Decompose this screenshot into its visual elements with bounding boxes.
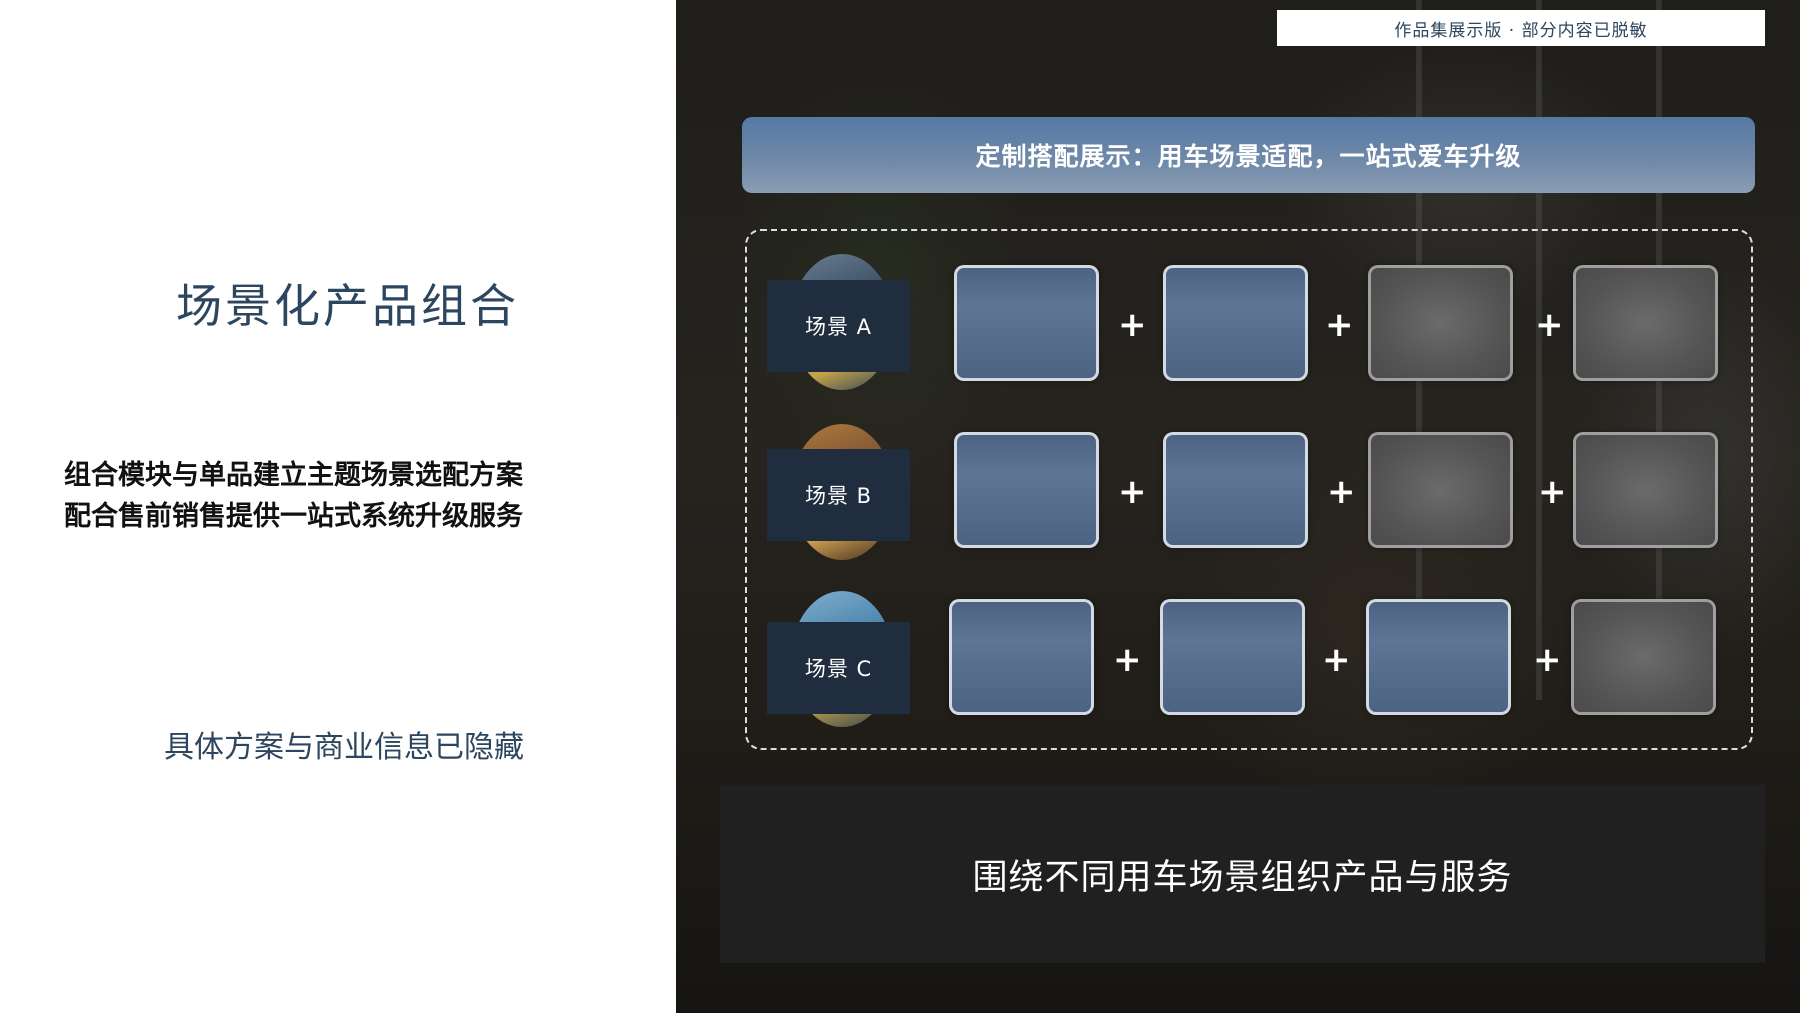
product-card-a-2	[1163, 265, 1308, 381]
product-card-b-2	[1163, 432, 1308, 548]
product-card-a-3	[1368, 265, 1513, 381]
plus-icon: +	[1538, 472, 1567, 512]
banner-heading: 定制搭配展示：用车场景适配，一站式爱车升级	[742, 117, 1755, 193]
product-card-b-3	[1368, 432, 1513, 548]
plus-icon: +	[1533, 640, 1562, 680]
plus-icon: +	[1113, 640, 1142, 680]
hidden-info-note: 具体方案与商业信息已隐藏	[164, 730, 524, 765]
page-title: 场景化产品组合	[176, 279, 519, 333]
watermark-label: 作品集展示版 · 部分内容已脱敏	[1277, 10, 1765, 46]
product-card-c-2	[1160, 599, 1305, 715]
scene-label-b: 场景 B	[767, 449, 910, 541]
product-card-a-4	[1573, 265, 1718, 381]
product-card-c-1	[949, 599, 1094, 715]
description: 组合模块与单品建立主题场景选配方案 配合售前销售提供一站式系统升级服务	[64, 455, 523, 537]
plus-icon: +	[1118, 472, 1147, 512]
product-card-b-1	[954, 432, 1099, 548]
scene-label-a: 场景 A	[767, 280, 910, 372]
scene-label-c: 场景 C	[767, 622, 910, 714]
product-card-a-1	[954, 265, 1099, 381]
summary-box: 围绕不同用车场景组织产品与服务	[720, 785, 1765, 963]
product-card-c-3	[1366, 599, 1511, 715]
description-line-1: 组合模块与单品建立主题场景选配方案	[64, 460, 523, 491]
left-panel: 场景化产品组合 组合模块与单品建立主题场景选配方案 配合售前销售提供一站式系统升…	[0, 0, 676, 1013]
plus-icon: +	[1322, 640, 1351, 680]
product-card-c-4	[1571, 599, 1716, 715]
description-line-2: 配合售前销售提供一站式系统升级服务	[64, 501, 523, 532]
plus-icon: +	[1535, 305, 1564, 345]
plus-icon: +	[1325, 305, 1354, 345]
plus-icon: +	[1327, 472, 1356, 512]
plus-icon: +	[1118, 305, 1147, 345]
product-card-b-4	[1573, 432, 1718, 548]
